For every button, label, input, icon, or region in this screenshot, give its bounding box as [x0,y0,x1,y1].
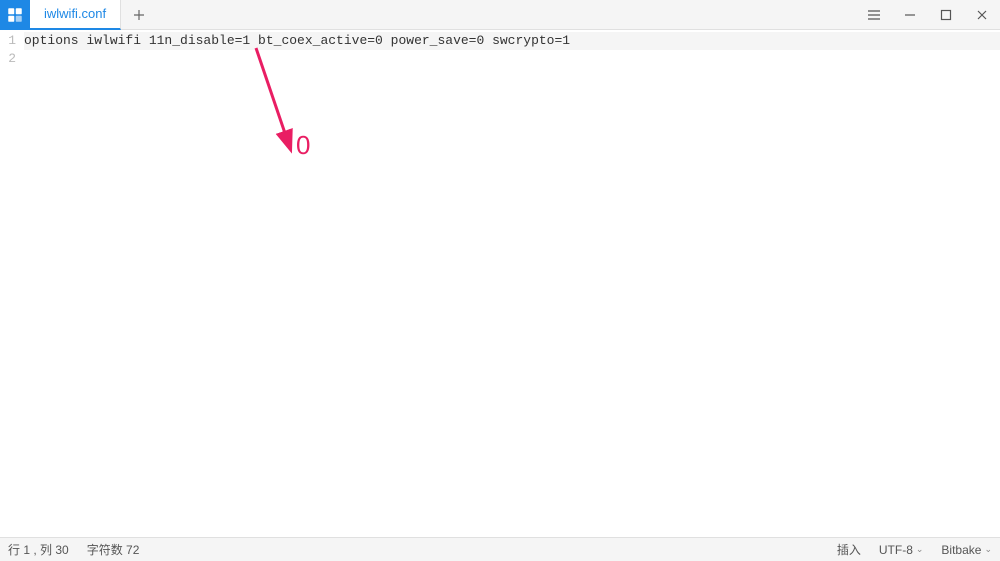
gutter: 1 2 [0,30,20,537]
chevron-down-icon: ⌄ [984,544,992,555]
code-line [24,50,1000,68]
tab-file[interactable]: iwlwifi.conf [30,0,121,30]
tab-title: iwlwifi.conf [44,6,106,21]
minimize-button[interactable] [892,0,928,30]
statusbar: 行 1 , 列 30 字符数 72 插入 UTF-8 ⌄ Bitbake ⌄ [0,537,1000,561]
menu-icon[interactable] [856,0,892,30]
code-line: options iwlwifi 11n_disable=1 bt_coex_ac… [24,32,1000,50]
window-controls [856,0,1000,30]
status-insert-mode[interactable]: 插入 [837,541,861,558]
code-content[interactable]: options iwlwifi 11n_disable=1 bt_coex_ac… [20,30,1000,537]
maximize-button[interactable] [928,0,964,30]
titlebar: iwlwifi.conf [0,0,1000,30]
close-button[interactable] [964,0,1000,30]
editor-area[interactable]: 1 2 options iwlwifi 11n_disable=1 bt_coe… [0,30,1000,537]
status-language[interactable]: Bitbake ⌄ [941,543,992,557]
status-encoding[interactable]: UTF-8 ⌄ [879,543,924,557]
app-icon[interactable] [0,0,30,30]
line-number: 1 [0,32,20,50]
annotation-label: 0 [296,130,310,161]
chevron-down-icon: ⌄ [916,544,924,555]
status-chars[interactable]: 字符数 72 [87,541,140,558]
new-tab-button[interactable] [121,0,157,30]
line-number: 2 [0,50,20,68]
status-cursor[interactable]: 行 1 , 列 30 [8,541,69,558]
